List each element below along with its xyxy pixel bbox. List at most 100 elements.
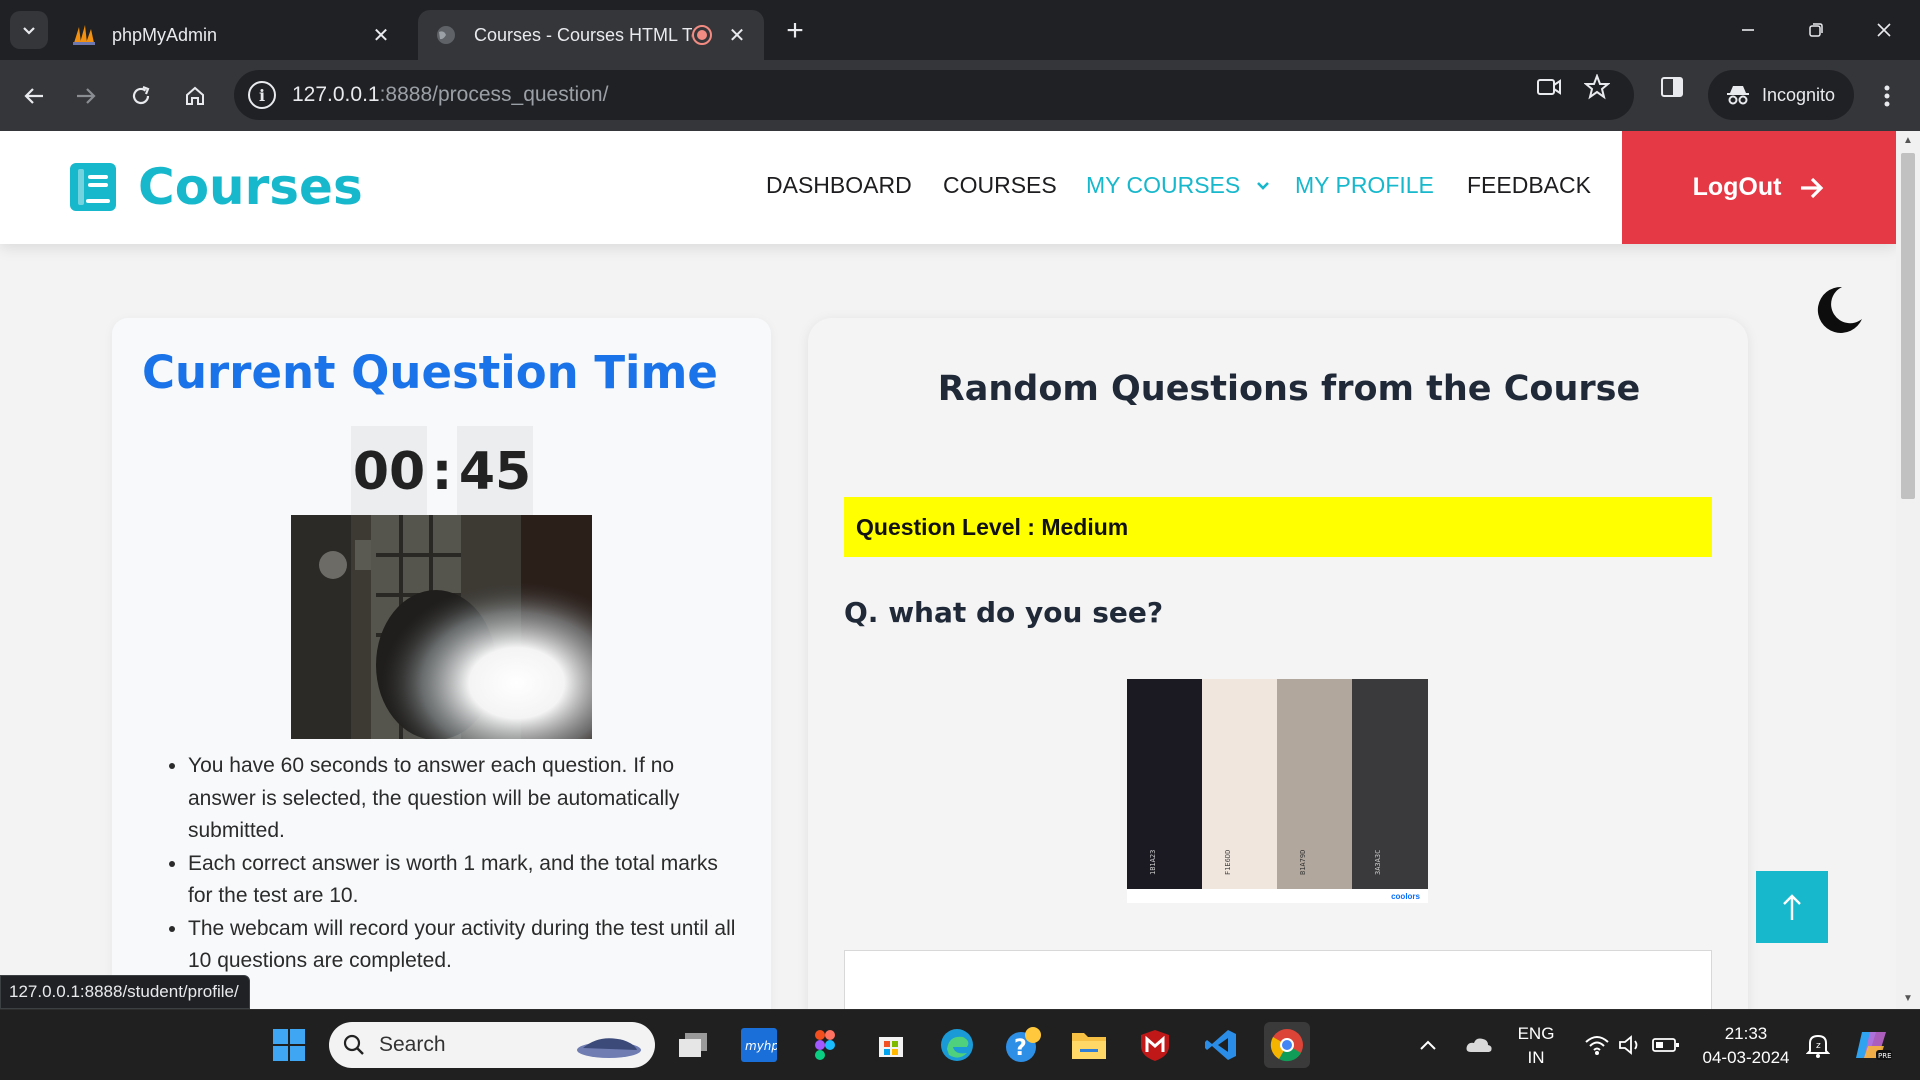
timer-separator: : [431, 442, 453, 502]
globe-favicon-icon [434, 23, 458, 47]
svg-text:PRE: PRE [1878, 1052, 1892, 1060]
page-viewport: Courses DASHBOARD COURSES MY COURSES MY … [0, 131, 1896, 1009]
language-indicator[interactable]: ENG IN [1510, 1022, 1562, 1070]
close-tab-icon[interactable]: ✕ [370, 24, 392, 47]
logout-label: LogOut [1692, 173, 1782, 201]
book-icon [70, 163, 116, 211]
tab-title: phpMyAdmin [112, 24, 218, 45]
vscode-icon[interactable] [1198, 1022, 1244, 1068]
minimize-icon [1742, 29, 1754, 31]
search-highlight-icon [577, 1038, 641, 1058]
quick-settings[interactable] [1574, 1022, 1690, 1068]
rules-list: You have 60 seconds to answer each quest… [164, 750, 739, 978]
incognito-label: Incognito [1762, 84, 1836, 105]
scroll-to-top-button[interactable] [1756, 871, 1828, 943]
tab-search-button[interactable] [10, 11, 48, 49]
incognito-badge[interactable]: Incognito [1708, 70, 1854, 120]
swatch-label: 3A3A3C [1374, 849, 1382, 875]
taskbar-search[interactable]: Search [329, 1022, 655, 1068]
nav-my-profile[interactable]: MY PROFILE [1295, 172, 1434, 199]
site-info-icon[interactable]: i [248, 81, 276, 109]
home-icon [186, 86, 204, 105]
reload-icon [132, 85, 150, 105]
bookmark-star-icon[interactable] [1582, 72, 1612, 102]
arrow-up-icon [1783, 894, 1801, 920]
url-host: 127.0.0.1 [292, 83, 380, 106]
arrow-right-icon [1801, 177, 1824, 198]
onedrive-cloud-icon[interactable] [1456, 1022, 1502, 1068]
logout-button[interactable]: LogOut [1622, 131, 1896, 244]
windows-logo-icon [273, 1029, 305, 1061]
brand-logo[interactable]: Courses [70, 158, 363, 216]
recording-icon [692, 25, 712, 45]
swatch-4: 3A3A3C [1352, 679, 1428, 889]
site-header: Courses DASHBOARD COURSES MY COURSES MY … [0, 131, 1896, 244]
close-tab-icon[interactable]: ✕ [726, 24, 748, 47]
windows-taskbar: Search myhp ? ENG IN 21:33 04-03-2024 z … [0, 1009, 1920, 1080]
dark-mode-toggle[interactable] [1812, 283, 1866, 337]
tab-courses[interactable]: Courses - Courses HTML Te ✕ [418, 10, 764, 60]
task-view-icon[interactable] [670, 1022, 716, 1068]
scrollbar-thumb[interactable] [1901, 153, 1915, 499]
more-vert-icon [1884, 85, 1890, 107]
question-card-title: Random Questions from the Course [937, 369, 1641, 409]
tab-title: Courses - Courses HTML Te [474, 24, 692, 45]
webcam-feed [291, 515, 592, 739]
brand-name: Courses [138, 158, 363, 216]
edge-browser-icon[interactable] [934, 1022, 980, 1068]
incognito-icon [1727, 86, 1749, 105]
nav-courses[interactable]: COURSES [943, 172, 1057, 199]
close-window-button[interactable] [1854, 10, 1914, 50]
phpmyadmin-favicon-icon [72, 23, 96, 47]
svg-text:?: ? [1014, 1036, 1027, 1061]
svg-text:z: z [1816, 1041, 1821, 1051]
browser-menu-button[interactable] [1872, 76, 1902, 116]
timer-card-title: Current Question Time [142, 346, 718, 399]
question-text: Q. what do you see? [844, 596, 1164, 629]
nav-my-courses[interactable]: MY COURSES [1086, 172, 1271, 199]
countdown-timer: 00 : 45 [351, 426, 533, 518]
minimize-button[interactable] [1718, 10, 1778, 50]
question-level-banner: Question Level : Medium [844, 497, 1712, 557]
clock[interactable]: 21:33 04-03-2024 [1696, 1022, 1796, 1070]
nav-dashboard[interactable]: DASHBOARD [766, 172, 912, 199]
rule-item: Each correct answer is worth 1 mark, and… [188, 848, 739, 913]
nav-feedback[interactable]: FEEDBACK [1467, 172, 1591, 199]
tab-phpmyadmin[interactable]: phpMyAdmin ✕ [56, 10, 408, 60]
chevron-down-icon [1256, 182, 1269, 190]
figma-icon[interactable] [802, 1022, 848, 1068]
scroll-up-arrow-icon[interactable]: ▲ [1902, 135, 1914, 147]
page-scrollbar[interactable]: ▲ ▼ [1896, 131, 1920, 1009]
get-help-icon[interactable]: ? [1000, 1022, 1046, 1068]
forward-button[interactable] [66, 76, 106, 116]
clock-date: 04-03-2024 [1702, 1048, 1790, 1067]
address-bar[interactable]: i 127.0.0.1:8888/process_question/ [234, 70, 1634, 120]
restore-button[interactable] [1786, 10, 1846, 50]
back-button[interactable] [14, 76, 54, 116]
microsoft-store-icon[interactable] [868, 1022, 914, 1068]
scroll-down-arrow-icon[interactable]: ▼ [1902, 993, 1914, 1005]
nav-my-courses-label: MY COURSES [1086, 172, 1241, 198]
notifications-bell-icon[interactable]: z [1798, 1022, 1838, 1068]
new-tab-button[interactable]: + [778, 14, 812, 48]
answer-options-area[interactable] [844, 950, 1712, 1009]
show-hidden-icons-icon[interactable] [1408, 1022, 1448, 1068]
start-button[interactable] [266, 1022, 312, 1068]
mcafee-icon[interactable] [1132, 1022, 1178, 1068]
chrome-icon[interactable] [1264, 1022, 1310, 1068]
home-button[interactable] [175, 76, 215, 116]
link-status-bar: 127.0.0.1:8888/student/profile/ [0, 975, 250, 1009]
volume-icon [1619, 1035, 1638, 1055]
side-panel-icon[interactable] [1657, 72, 1687, 102]
url-path: :8888/process_question/ [379, 83, 609, 106]
question-card: ? ! Random Questions from the Course Que… [808, 318, 1748, 1009]
swatch-2: F1E6DD [1202, 679, 1277, 889]
camera-in-use-icon[interactable] [1534, 72, 1564, 102]
coolors-logo: coolors [1391, 892, 1420, 901]
reload-button[interactable] [121, 76, 161, 116]
file-explorer-icon[interactable] [1066, 1022, 1112, 1068]
copilot-icon[interactable]: PRE [1848, 1022, 1898, 1068]
browser-tab-bar: phpMyAdmin ✕ Courses - Courses HTML Te ✕… [0, 0, 1920, 60]
close-icon [1877, 23, 1891, 37]
myhp-app-icon[interactable]: myhp [736, 1022, 782, 1068]
